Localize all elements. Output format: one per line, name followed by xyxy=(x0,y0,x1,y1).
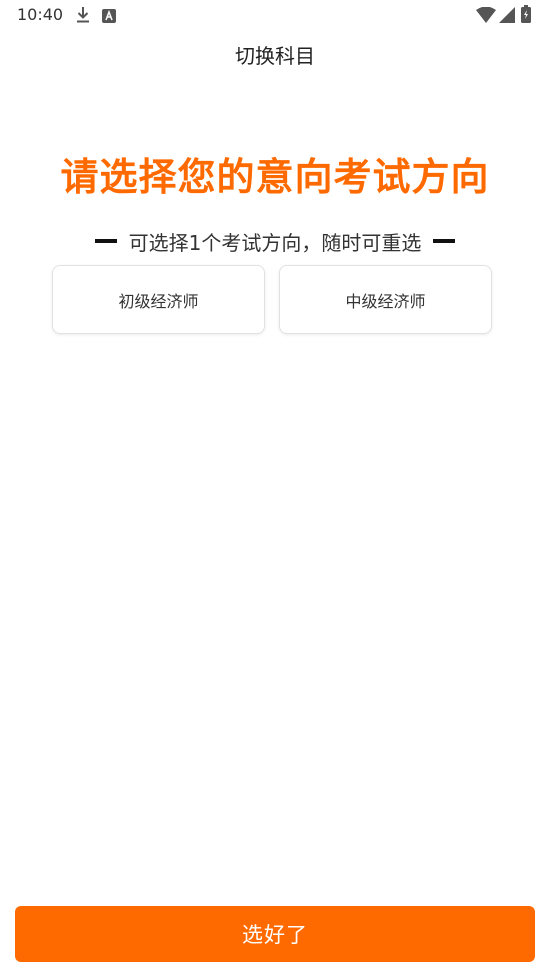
subtitle: 可选择1个考试方向，随时可重选 xyxy=(128,230,422,255)
option-junior-economist[interactable]: 初级经济师 xyxy=(52,265,265,334)
status-time: 10:40 xyxy=(17,5,64,24)
status-bar: 10:40 xyxy=(0,0,550,30)
signal-icon xyxy=(499,7,515,27)
download-icon xyxy=(75,6,91,28)
page-title: 切换科目 xyxy=(235,44,315,68)
confirm-button[interactable]: 选好了 xyxy=(15,906,535,962)
headline: 请选择您的意向考试方向 xyxy=(60,155,490,199)
wifi-icon xyxy=(476,6,496,27)
battery-icon xyxy=(521,5,531,27)
subtitle-row: 可选择1个考试方向，随时可重选 xyxy=(0,226,550,256)
dash-right xyxy=(433,239,456,243)
font-a-icon xyxy=(102,8,116,27)
option-intermediate-economist[interactable]: 中级经济师 xyxy=(279,265,492,334)
dash-left xyxy=(94,239,117,243)
